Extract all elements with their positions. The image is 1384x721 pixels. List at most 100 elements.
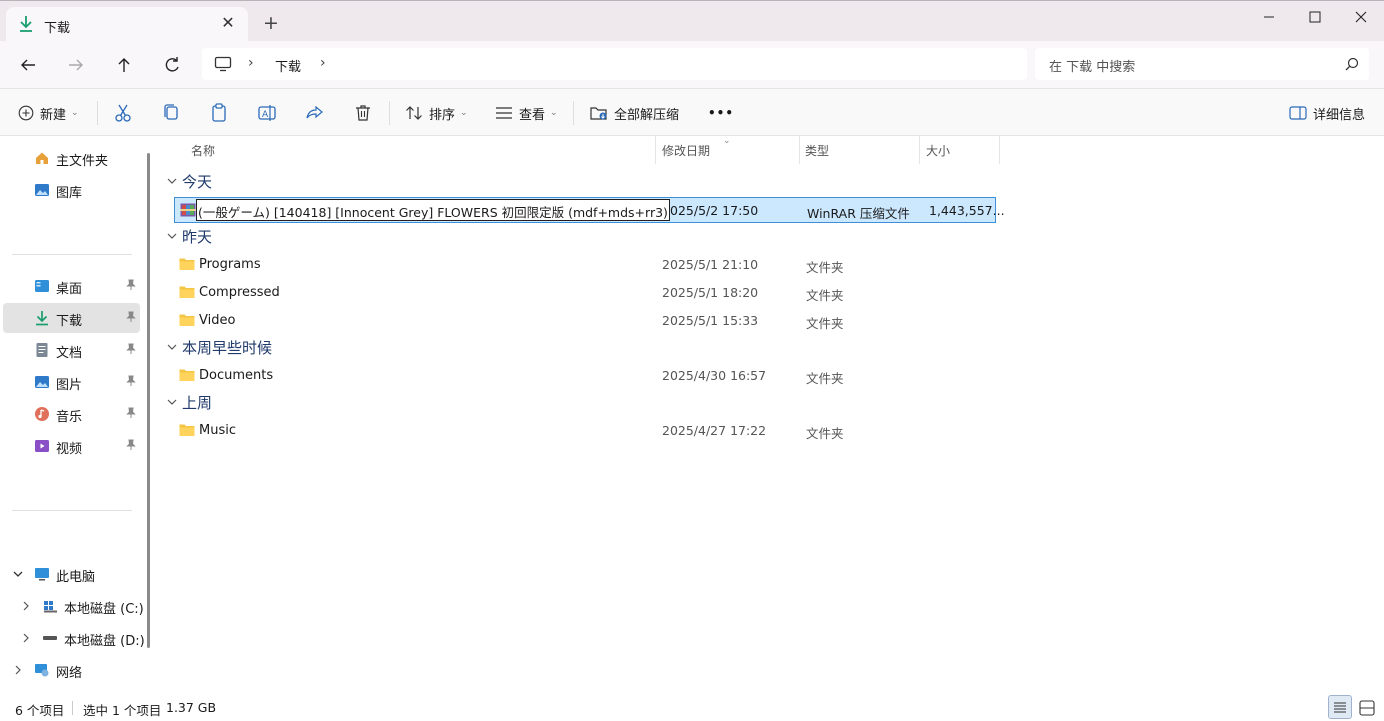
forward-arrow-icon[interactable] [62, 51, 90, 79]
sidebar-item-gallery[interactable]: 图库 [3, 175, 140, 205]
group-header-today[interactable]: 今天 [166, 169, 212, 193]
file-row[interactable]: Video 2025/5/1 15:33 文件夹 [174, 308, 996, 334]
file-row[interactable]: Programs 2025/5/1 21:10 文件夹 [174, 252, 996, 278]
chevron-down-icon[interactable] [166, 341, 178, 353]
sidebar-item-music[interactable]: 音乐 [3, 399, 140, 429]
tab-downloads[interactable]: 下载 ✕ [6, 7, 248, 42]
back-arrow-icon[interactable] [14, 51, 42, 79]
address-bar[interactable]: › 下载 › [202, 48, 1027, 80]
rename-input[interactable]: (一般ゲーム) [140418] [Innocent Grey] FLOWERS… [196, 199, 670, 221]
sidebar-item-downloads[interactable]: 下载 [3, 303, 140, 333]
file-row[interactable]: Music 2025/4/27 17:22 文件夹 [174, 418, 996, 444]
file-date: 2025/5/1 15:33 [662, 313, 759, 328]
sidebar-item-home[interactable]: 主文件夹 [3, 143, 140, 173]
divider [12, 510, 132, 511]
divider [573, 101, 574, 125]
column-divider[interactable] [655, 136, 656, 164]
details-pane-button[interactable]: 详细信息 [1289, 101, 1365, 125]
column-divider[interactable] [799, 136, 800, 164]
tree-item-drive-c[interactable]: 本地磁盘 (C:) [0, 592, 144, 620]
file-type: 文件夹 [806, 260, 844, 275]
chevron-down-icon[interactable] [166, 175, 178, 187]
group-header-yesterday[interactable]: 昨天 [166, 224, 212, 248]
copy-icon[interactable] [161, 101, 181, 125]
computer-icon[interactable] [214, 56, 232, 72]
delete-icon[interactable] [353, 101, 373, 125]
file-size: 1,443,557... [929, 203, 1005, 218]
share-icon[interactable] [305, 101, 325, 125]
sort-button[interactable]: 排序 ⌄ [405, 101, 468, 125]
file-type: WinRAR 压缩文件 [807, 206, 910, 221]
folder-icon [179, 314, 195, 326]
plus-circle-icon [18, 105, 34, 121]
breadcrumb-downloads[interactable]: 下载 [275, 56, 301, 75]
new-tab-button[interactable]: + [261, 13, 281, 33]
tiles-view-icon[interactable] [1356, 697, 1378, 719]
sidebar-scrollbar[interactable] [147, 153, 150, 648]
sidebar-item-label: 图库 [56, 186, 83, 201]
chevron-right-icon[interactable] [20, 600, 32, 612]
divider [72, 701, 73, 715]
pin-icon[interactable] [125, 279, 137, 291]
pin-icon[interactable] [125, 343, 137, 355]
group-header-last-week[interactable]: 上周 [166, 390, 212, 414]
command-bar: 新建 ⌄ A 排序 ⌄ 查看 ⌄ 全部解压缩 ••• 详细信息 [0, 88, 1384, 136]
file-list: 名称 ⌄ 修改日期 类型 大小 今天 (一般ゲーム) [140418] [Inn… [158, 136, 1384, 695]
close-window-icon[interactable] [1338, 5, 1384, 31]
refresh-icon[interactable] [158, 51, 186, 79]
home-icon [36, 152, 48, 164]
minimize-icon[interactable] [1246, 5, 1292, 31]
file-row[interactable]: Documents 2025/4/30 16:57 文件夹 [174, 363, 996, 389]
pin-icon[interactable] [125, 311, 137, 323]
breadcrumb-chevron-icon[interactable]: › [248, 55, 254, 71]
tree-item-label: 本地磁盘 (D:) [64, 634, 145, 649]
pin-icon[interactable] [125, 407, 137, 419]
column-header-date[interactable]: 修改日期 [662, 136, 798, 164]
column-header-size[interactable]: 大小 [926, 136, 998, 164]
file-type: 文件夹 [806, 316, 844, 331]
sidebar-item-desktop[interactable]: 桌面 [3, 271, 140, 301]
column-header-type[interactable]: 类型 [805, 136, 915, 164]
drive-icon [43, 636, 57, 640]
cut-icon[interactable] [113, 101, 133, 125]
paste-icon[interactable] [209, 101, 229, 125]
pin-icon[interactable] [125, 439, 137, 451]
details-view-icon [1334, 702, 1346, 713]
column-header-name[interactable]: 名称 [191, 136, 651, 164]
new-button[interactable]: 新建 ⌄ [18, 101, 79, 125]
more-options-button[interactable]: ••• [708, 101, 734, 125]
sort-icon [406, 106, 422, 120]
rename-icon[interactable]: A [257, 101, 277, 125]
svg-text:A: A [262, 110, 269, 120]
file-row[interactable]: (一般ゲーム) [140418] [Innocent Grey] FLOWERS… [174, 197, 1005, 223]
up-arrow-icon[interactable] [110, 51, 138, 79]
pin-icon[interactable] [125, 375, 137, 387]
search-icon[interactable] [1345, 57, 1359, 71]
sidebar-item-videos[interactable]: 视频 [3, 431, 140, 461]
breadcrumb-chevron-icon[interactable]: › [320, 55, 326, 71]
group-header-earlier-this-week[interactable]: 本周早些时候 [166, 335, 272, 359]
file-type: 文件夹 [806, 288, 844, 303]
tree-item-network[interactable]: 网络 [0, 656, 140, 684]
sidebar-item-documents[interactable]: 文档 [3, 335, 140, 365]
column-divider[interactable] [919, 136, 920, 164]
extract-all-button[interactable]: 全部解压缩 [590, 101, 679, 125]
chevron-right-icon[interactable] [20, 632, 32, 644]
chevron-right-icon[interactable] [12, 664, 24, 676]
view-button[interactable]: 查看 ⌄ [495, 101, 558, 125]
navigation-pane: 主文件夹 图库 桌面 下载 文档 图片 音乐 视频 此电脑 本地磁盘 (C:) … [0, 136, 158, 695]
sidebar-item-label: 文档 [56, 346, 83, 361]
maximize-icon[interactable] [1292, 5, 1338, 31]
tab-close-icon[interactable]: ✕ [218, 13, 238, 33]
column-divider[interactable] [999, 136, 1000, 164]
tree-item-this-pc[interactable]: 此电脑 [0, 560, 140, 588]
tree-item-drive-d[interactable]: 本地磁盘 (D:) [0, 624, 145, 652]
chevron-down-icon[interactable] [12, 568, 24, 580]
search-input[interactable]: 在 下载 中搜索 [1035, 48, 1369, 80]
desktop-icon [35, 280, 49, 292]
sidebar-item-pictures[interactable]: 图片 [3, 367, 140, 397]
details-view-button[interactable] [1328, 695, 1352, 719]
file-row[interactable]: Compressed 2025/5/1 18:20 文件夹 [174, 280, 996, 306]
chevron-down-icon[interactable] [166, 396, 178, 408]
chevron-down-icon[interactable] [166, 230, 178, 242]
